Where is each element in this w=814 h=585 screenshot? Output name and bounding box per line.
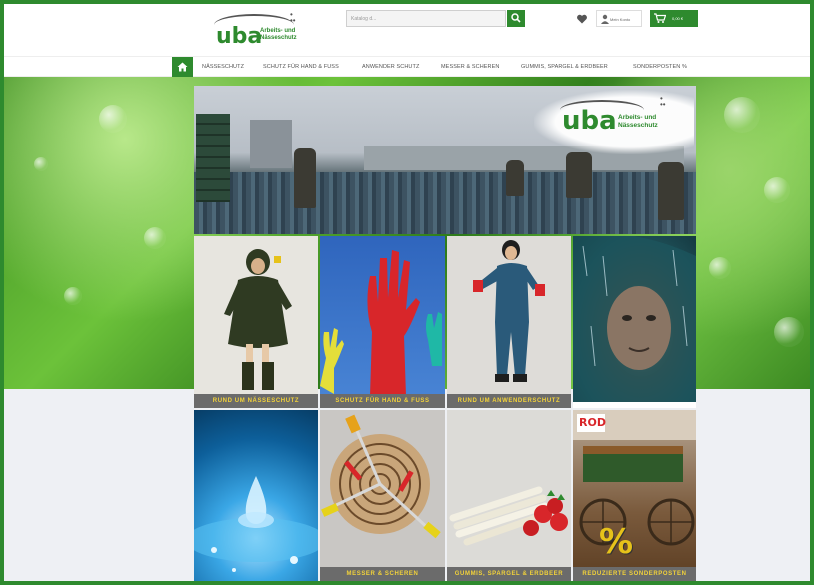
sale-sign: ROD [579,416,606,429]
category-label: MESSER & SCHEREN [320,567,445,581]
water-drop [764,177,790,203]
cart-total: 0,00 € [672,16,684,21]
nav-item-anwender-schutz[interactable]: ANWENDER SCHUTZ [362,64,419,70]
water-drop [64,287,82,305]
water-drop [709,257,731,279]
hero-worker [566,152,592,198]
category-tile-sonderposten[interactable]: ROD % REDUZIERTE SONDERPOSTEN [573,410,696,581]
search-button[interactable] [507,10,525,27]
hero-logo-subtitle-line2: Nässeschutz [618,122,658,129]
rain-face-image [573,236,696,408]
heart-icon [577,14,587,24]
logo-drops-icon: • •• [290,10,296,25]
wishlist-button[interactable] [576,12,590,26]
hero-logo-subtitle-line1: Arbeits- und [618,114,657,121]
category-label: RUND UM NÄSSESCHUTZ [194,394,318,408]
cart-icon [654,13,666,23]
category-label: RUND UM ANWENDERSCHUTZ [447,394,571,408]
hero-worker [658,162,684,220]
search-icon [511,13,521,23]
account-button[interactable]: Mein Konto [596,10,642,27]
gloves-image [320,250,442,394]
category-tile-gummis-spargel[interactable]: GUMMIS, SPARGEL & ERDBEER [447,410,571,581]
protective-suit-person-image [473,240,545,382]
nav-item-messer-scheren[interactable]: MESSER & SCHEREN [441,64,499,70]
water-drop [774,317,804,347]
hero-logo-drops-icon: • •• [660,94,666,109]
logo-subtitle-line2: Nässeschutz [260,35,297,41]
tile-bottom-strip [573,402,696,408]
water-drop [99,105,127,133]
category-tile-water-drop[interactable] [194,410,318,581]
hero-logo: • •• uba Arbeits- und Nässeschutz [534,90,694,154]
hero-banner[interactable]: • •• uba Arbeits- und Nässeschutz [194,86,696,234]
hero-logo-name: uba [562,106,617,136]
category-tile-naesseschutz[interactable]: RUND UM NÄSSESCHUTZ [194,236,318,408]
water-drop [144,227,166,249]
logo-name: uba [216,24,263,49]
percent-badge: % [599,522,634,562]
home-icon [177,62,188,72]
water-drop [724,97,760,133]
main-navigation: NÄSSESCHUTZ SCHUTZ FÜR HAND & FUSS ANWEN… [4,56,810,78]
market-cart-image [573,410,696,546]
water-drop-image [194,476,318,572]
category-label: GUMMIS, SPARGEL & ERDBEER [447,567,571,581]
nav-item-naesseschutz[interactable]: NÄSSESCHUTZ [202,64,244,70]
category-tile-rain-face[interactable] [573,236,696,408]
hero-worker [506,160,524,196]
category-tile-anwender-schutz[interactable]: RUND UM ANWENDERSCHUTZ [447,236,571,408]
hero-building [250,120,292,168]
nav-item-hand-fuss[interactable]: SCHUTZ FÜR HAND & FUSS [263,64,339,70]
category-label: REDUZIERTE SONDERPOSTEN [573,567,696,581]
search-input[interactable]: Katalog d... [346,10,506,27]
raincoat-person-image [224,249,292,390]
category-label: SCHUTZ FÜR HAND & FUSS [320,394,445,408]
site-header: • •• uba Arbeits- und Nässeschutz Katalog… [4,4,810,56]
nav-item-gummis-spargel[interactable]: GUMMIS, SPARGEL & ERDBEER [521,64,608,70]
hero-worker [294,148,316,208]
asparagus-strawberry-image [449,486,568,546]
knife-block-image [321,414,441,539]
cart-button[interactable]: 0,00 € [650,10,698,27]
logo-subtitle: Arbeits- und Nässeschutz [260,28,310,42]
category-tile-messer-scheren[interactable]: MESSER & SCHEREN [320,410,445,581]
nav-item-sonderposten[interactable]: SONDERPOSTEN % [633,64,687,70]
user-icon [601,14,609,24]
category-tile-hand-fuss[interactable]: SCHUTZ FÜR HAND & FUSS [320,236,445,408]
logo-subtitle-line1: Arbeits- und [260,28,296,34]
water-drop [34,157,48,171]
site-logo[interactable]: • •• uba Arbeits- und Nässeschutz [212,10,312,52]
nav-home-button[interactable] [172,57,193,78]
hero-logo-subtitle: Arbeits- und Nässeschutz [618,114,688,130]
hero-field [194,172,696,234]
account-label: Mein Konto [610,17,631,22]
hero-crates [196,114,230,202]
